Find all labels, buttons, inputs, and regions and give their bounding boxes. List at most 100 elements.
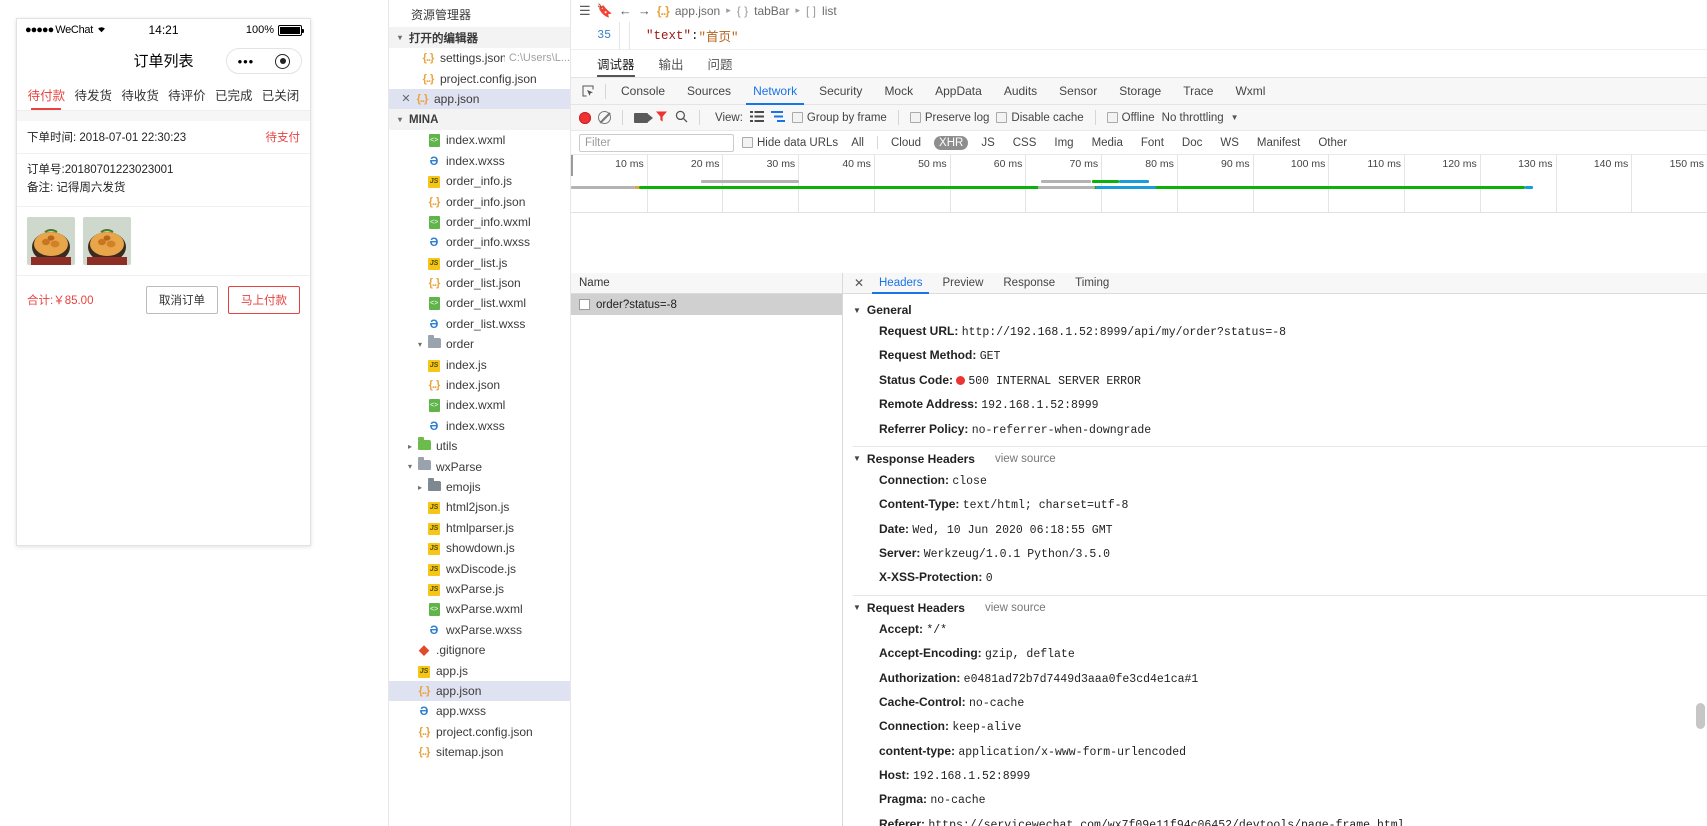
filter-type-css[interactable]: CSS	[1008, 136, 1042, 150]
tab-trace[interactable]: Trace	[1172, 78, 1224, 105]
tab-network[interactable]: Network	[742, 78, 808, 105]
network-timeline-overview[interactable]: 10 ms 20 ms 30 ms 40 ms 50 ms 60 ms 70 ms 80 ms…	[571, 155, 1707, 213]
arrow-left-icon[interactable]: ←	[619, 3, 632, 18]
tree-file[interactable]: Əorder_info.wxss	[389, 232, 570, 252]
chevron-down-icon[interactable]	[395, 115, 405, 124]
tree-file[interactable]: JS order_info.js	[389, 171, 570, 191]
tree-file[interactable]: JS wxParse.js	[389, 579, 570, 599]
hide-data-urls-checkbox[interactable]: Hide data URLs	[742, 137, 838, 149]
tab-preview[interactable]: Preview	[932, 273, 993, 294]
breadcrumb-object[interactable]: tabBar	[754, 4, 789, 18]
tree-file[interactable]: <> index.wxml	[389, 395, 570, 415]
tree-file[interactable]: JS html2json.js	[389, 497, 570, 517]
disable-cache-checkbox[interactable]: Disable cache	[996, 112, 1084, 124]
chevron-down-icon[interactable]: ▼	[853, 603, 861, 612]
list-icon[interactable]: ☰	[579, 3, 591, 19]
checkbox-box[interactable]	[909, 112, 921, 123]
tree-file[interactable]: JS wxDiscode.js	[389, 558, 570, 578]
tab-pending-receipt[interactable]: 待收货	[117, 85, 164, 110]
project-section-header[interactable]: MINA	[389, 109, 570, 131]
tab-pending-shipment[interactable]: 待发货	[70, 85, 117, 110]
chevron-down-icon[interactable]: ▼	[1231, 113, 1239, 122]
checkbox-box[interactable]	[1106, 112, 1118, 123]
tab-security[interactable]: Security	[808, 78, 873, 105]
throttling-select[interactable]: No throttling ▼	[1162, 112, 1239, 124]
tab-sensor[interactable]: Sensor	[1048, 78, 1108, 105]
tab-response[interactable]: Response	[993, 273, 1065, 294]
filter-type-media[interactable]: Media	[1087, 136, 1128, 150]
tree-file[interactable]: {..} sitemap.json	[389, 742, 570, 762]
record-icon[interactable]	[579, 111, 591, 124]
tree-file[interactable]: Əapp.wxss	[389, 701, 570, 721]
tab-appdata[interactable]: AppData	[924, 78, 993, 105]
tree-file[interactable]: {..} order_list.json	[389, 273, 570, 293]
product-thumbnail[interactable]	[83, 216, 131, 265]
open-editor-project-config-json[interactable]: {..} project.config.json	[389, 68, 570, 88]
pay-now-button[interactable]: 马上付款	[228, 285, 300, 314]
tree-file[interactable]: ◆ .gitignore	[389, 640, 570, 660]
breadcrumb-array[interactable]: list	[822, 4, 837, 18]
checkbox-box[interactable]	[996, 112, 1008, 123]
preserve-log-checkbox[interactable]: Preserve log	[909, 112, 989, 124]
tree-file[interactable]: ƏwxParse.wxss	[389, 620, 570, 640]
detail-section-header[interactable]: ▼ General	[853, 298, 1707, 320]
filter-funnel-icon[interactable]	[655, 110, 668, 126]
tree-file[interactable]: <> order_info.wxml	[389, 212, 570, 232]
wechat-capsule[interactable]: •••	[226, 48, 302, 74]
tab-output[interactable]: 输出	[659, 54, 684, 77]
tree-file[interactable]: Əorder_list.wxss	[389, 314, 570, 334]
chevron-down-icon[interactable]: ▼	[853, 454, 861, 463]
view-source-link[interactable]: view source	[985, 602, 1046, 614]
tree-file[interactable]: JS index.js	[389, 354, 570, 374]
tree-file[interactable]: <> wxParse.wxml	[389, 599, 570, 619]
request-row[interactable]: order?status=-8	[571, 294, 842, 315]
filter-type-js[interactable]: JS	[976, 136, 999, 150]
detail-section-header[interactable]: ▼ Request Headers view source	[853, 596, 1707, 618]
tree-file[interactable]: JS app.js	[389, 660, 570, 680]
editor-code-line[interactable]: 35 "text": "首页"	[571, 21, 1707, 50]
tree-file[interactable]: Əindex.wxss	[389, 151, 570, 171]
clear-icon[interactable]	[598, 111, 611, 124]
filter-input[interactable]	[579, 133, 734, 152]
tree-folder[interactable]: emojis	[389, 477, 570, 497]
filter-type-img[interactable]: Img	[1049, 136, 1078, 150]
filter-type-xhr[interactable]: XHR	[934, 135, 969, 150]
list-view-icon[interactable]	[749, 110, 764, 125]
offline-checkbox[interactable]: Offline	[1106, 112, 1155, 124]
chevron-down-icon[interactable]	[405, 462, 415, 471]
chevron-down-icon[interactable]: ▼	[853, 306, 861, 315]
tree-file[interactable]: {..} order_info.json	[389, 191, 570, 211]
chevron-down-icon[interactable]	[415, 340, 425, 349]
bookmark-icon[interactable]: 🔖	[597, 3, 613, 19]
tree-file[interactable]: {..} index.json	[389, 375, 570, 395]
tab-closed[interactable]: 已关闭	[257, 85, 304, 110]
tab-pending-review[interactable]: 待评价	[163, 85, 210, 110]
chevron-right-icon[interactable]	[405, 442, 415, 451]
inspect-cursor-icon[interactable]	[575, 84, 601, 98]
open-editors-section-header[interactable]: 打开的编辑器	[389, 27, 570, 48]
filter-type-all[interactable]: All	[846, 136, 869, 150]
tree-file[interactable]: <> index.wxml	[389, 130, 570, 150]
breadcrumb-file[interactable]: app.json	[675, 4, 720, 18]
tab-headers[interactable]: Headers	[869, 273, 932, 294]
tab-problems[interactable]: 问题	[708, 54, 733, 77]
search-icon[interactable]	[675, 110, 688, 126]
detail-scrollbar-thumb[interactable]	[1696, 703, 1705, 729]
tree-file[interactable]: {..} app.json	[389, 680, 570, 702]
arrow-right-icon[interactable]: →	[638, 3, 651, 18]
tree-folder[interactable]: utils	[389, 436, 570, 456]
tree-folder[interactable]: order	[389, 334, 570, 354]
filter-type-other[interactable]: Other	[1313, 136, 1352, 150]
tree-file[interactable]: <> order_list.wxml	[389, 293, 570, 313]
chevron-down-icon[interactable]	[395, 33, 405, 42]
tab-completed[interactable]: 已完成	[210, 85, 257, 110]
detail-section-header[interactable]: ▼ Response Headers view source	[853, 447, 1707, 469]
tree-file[interactable]: JS htmlparser.js	[389, 518, 570, 538]
request-checkbox[interactable]	[579, 299, 590, 310]
tab-timing[interactable]: Timing	[1065, 273, 1119, 294]
close-icon[interactable]: ✕	[849, 276, 869, 290]
tab-storage[interactable]: Storage	[1108, 78, 1172, 105]
tree-file[interactable]: {..} project.config.json	[389, 722, 570, 742]
open-editor-settings-json[interactable]: {..} settings.json C:\Users\L...	[389, 48, 570, 68]
open-editor-app-json[interactable]: ✕ {..} app.json	[389, 88, 570, 110]
